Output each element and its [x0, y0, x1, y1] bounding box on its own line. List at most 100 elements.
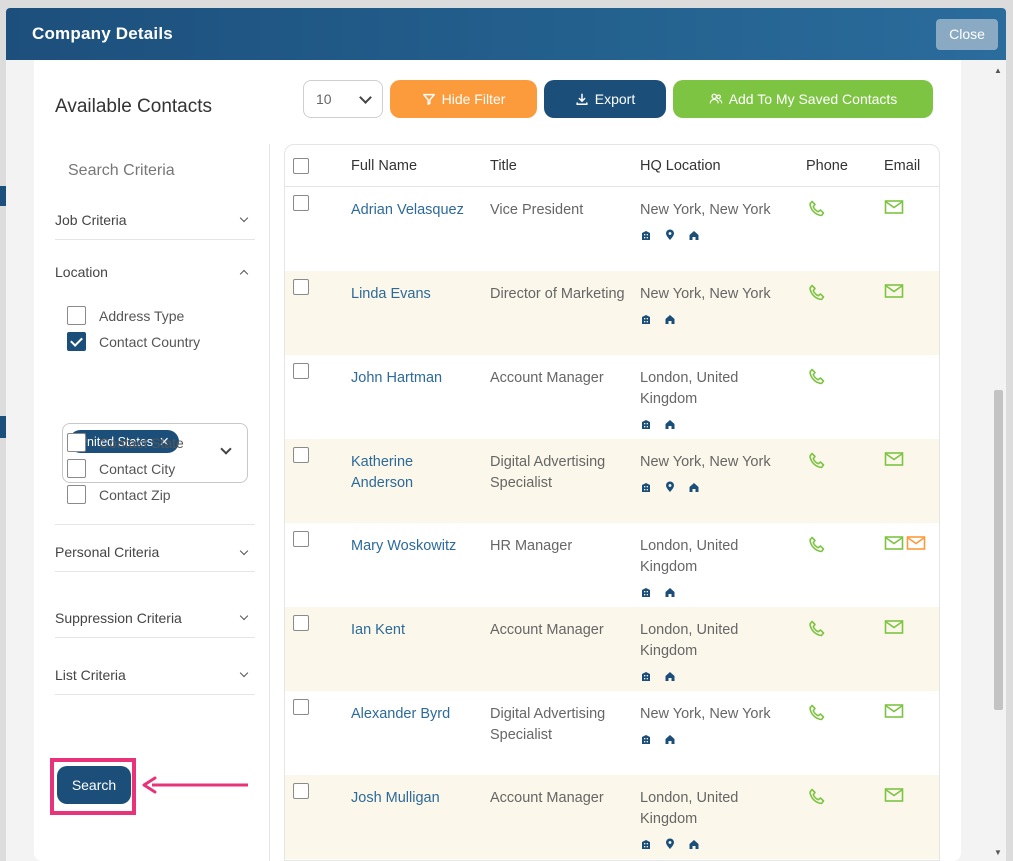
phone-icon[interactable]	[807, 283, 827, 307]
add-to-saved-contacts-button[interactable]: Add To My Saved Contacts	[673, 80, 933, 118]
modal-body: Available Contacts 10 Hide Filter Export…	[34, 60, 961, 861]
contact-location: London, United Kingdom	[640, 620, 780, 689]
email-icons	[884, 451, 904, 471]
col-title[interactable]: Title	[490, 158, 517, 174]
location-icons	[640, 836, 780, 857]
table-row[interactable]: Mary Woskowitz HR Manager London, United…	[285, 523, 939, 607]
row-checkbox[interactable]	[293, 783, 309, 799]
contact-title: Account Manager	[490, 370, 604, 386]
phone-icon[interactable]	[807, 703, 827, 727]
contact-location-text: New York, New York	[640, 286, 771, 302]
mail-icon[interactable]	[884, 535, 904, 555]
col-hq-location[interactable]: HQ Location	[640, 158, 721, 174]
contact-city-checkbox[interactable]	[67, 459, 86, 478]
contact-zip-checkbox[interactable]	[67, 485, 86, 504]
row-checkbox[interactable]	[293, 195, 309, 211]
phone-icon[interactable]	[807, 367, 827, 391]
mail-icon[interactable]	[884, 199, 904, 219]
row-checkbox[interactable]	[293, 615, 309, 631]
contact-name-link[interactable]: Mary Woskowitz	[351, 536, 471, 557]
personal-criteria-toggle[interactable]: Personal Criteria	[55, 524, 255, 572]
address-type-checkbox[interactable]	[67, 306, 86, 325]
contact-title: Digital Advertising Specialist	[490, 706, 606, 743]
phone-icon[interactable]	[807, 619, 827, 643]
table-row[interactable]: Josh Mulligan Account Manager London, Un…	[285, 775, 939, 859]
phone-icon[interactable]	[807, 451, 827, 475]
building-icon	[640, 836, 652, 857]
row-checkbox[interactable]	[293, 363, 309, 379]
mail-icon[interactable]	[884, 619, 904, 639]
modal-scrollbar[interactable]: ▲ ▼	[990, 60, 1006, 861]
table-row[interactable]: Adrian Velasquez Vice President New York…	[285, 187, 939, 271]
table-row[interactable]: John Hartman Account Manager London, Uni…	[285, 355, 939, 439]
suppression-criteria-toggle[interactable]: Suppression Criteria	[55, 590, 255, 638]
contact-state-label: Contact State	[99, 434, 184, 451]
contact-zip-option[interactable]: Contact Zip	[67, 485, 171, 504]
contact-city-option[interactable]: Contact City	[67, 459, 175, 478]
row-checkbox[interactable]	[293, 531, 309, 547]
chevron-down-icon	[220, 443, 232, 455]
contact-location-text: London, United Kingdom	[640, 622, 739, 659]
chevron-down-icon	[239, 611, 249, 621]
export-button[interactable]: Export	[544, 80, 666, 118]
contact-country-option[interactable]: Contact Country	[67, 332, 200, 351]
contact-country-checkbox[interactable]	[67, 332, 86, 351]
location-toggle[interactable]: Location	[55, 264, 255, 280]
phone-icon[interactable]	[807, 787, 827, 811]
address-type-option[interactable]: Address Type	[67, 306, 184, 325]
pin-icon	[664, 836, 676, 857]
row-checkbox[interactable]	[293, 447, 309, 463]
search-button[interactable]: Search	[57, 766, 131, 804]
home-icon	[664, 416, 676, 437]
filter-icon	[422, 93, 435, 105]
page-size-select[interactable]: 10	[303, 80, 383, 118]
contact-title: Director of Marketing	[490, 286, 625, 302]
close-button[interactable]: Close	[936, 18, 998, 50]
table-row[interactable]: Ian Kent Account Manager London, United …	[285, 607, 939, 691]
col-email: Email	[884, 158, 921, 174]
mail-icon[interactable]	[884, 283, 904, 303]
row-checkbox[interactable]	[293, 279, 309, 295]
search-criteria-title: Search Criteria	[68, 162, 175, 179]
download-icon	[576, 93, 588, 105]
col-full-name[interactable]: Full Name	[351, 158, 417, 174]
building-icon	[640, 227, 652, 248]
mail-icon[interactable]	[884, 703, 904, 723]
table-row[interactable]: Linda Evans Director of Marketing New Yo…	[285, 271, 939, 355]
contact-name-link[interactable]: Linda Evans	[351, 284, 471, 305]
contact-name-link[interactable]: Josh Mulligan	[351, 788, 471, 809]
mail-icon[interactable]	[884, 787, 904, 807]
mail-icon[interactable]	[884, 451, 904, 471]
contact-name-link[interactable]: Alexander Byrd	[351, 704, 471, 725]
list-criteria-toggle[interactable]: List Criteria	[55, 647, 255, 695]
phone-icon[interactable]	[807, 199, 827, 223]
building-icon	[640, 479, 652, 500]
mail-orange-icon[interactable]	[906, 535, 926, 555]
suppression-criteria-label: Suppression Criteria	[55, 609, 182, 626]
contact-location: New York, New York	[640, 452, 780, 500]
personal-criteria-label: Personal Criteria	[55, 544, 160, 560]
table-row[interactable]: Katherine Anderson Digital Advertising S…	[285, 439, 939, 523]
select-all-checkbox[interactable]	[293, 158, 309, 174]
email-icons	[884, 535, 926, 555]
contact-city-label: Contact City	[99, 460, 176, 477]
building-icon	[640, 416, 652, 437]
contact-location: London, United Kingdom	[640, 536, 780, 605]
page-size-value: 10	[316, 91, 332, 107]
table-row[interactable]: Alexander Byrd Digital Advertising Speci…	[285, 691, 939, 775]
home-icon	[664, 311, 676, 332]
hide-filter-button[interactable]: Hide Filter	[390, 80, 537, 118]
contact-name-link[interactable]: Katherine Anderson	[351, 452, 471, 494]
scroll-down-icon[interactable]: ▼	[994, 848, 1002, 857]
job-criteria-toggle[interactable]: Job Criteria	[55, 200, 255, 240]
scroll-up-icon[interactable]: ▲	[994, 66, 1002, 75]
contact-name-link[interactable]: John Hartman	[351, 368, 471, 389]
contact-location-text: New York, New York	[640, 454, 771, 470]
phone-icon[interactable]	[807, 535, 827, 559]
row-checkbox[interactable]	[293, 699, 309, 715]
contact-name-link[interactable]: Adrian Velasquez	[351, 200, 471, 221]
contact-name-link[interactable]: Ian Kent	[351, 620, 471, 641]
scroll-thumb[interactable]	[994, 390, 1003, 710]
contact-state-checkbox[interactable]	[67, 433, 86, 452]
contact-state-option[interactable]: Contact State	[67, 433, 184, 452]
